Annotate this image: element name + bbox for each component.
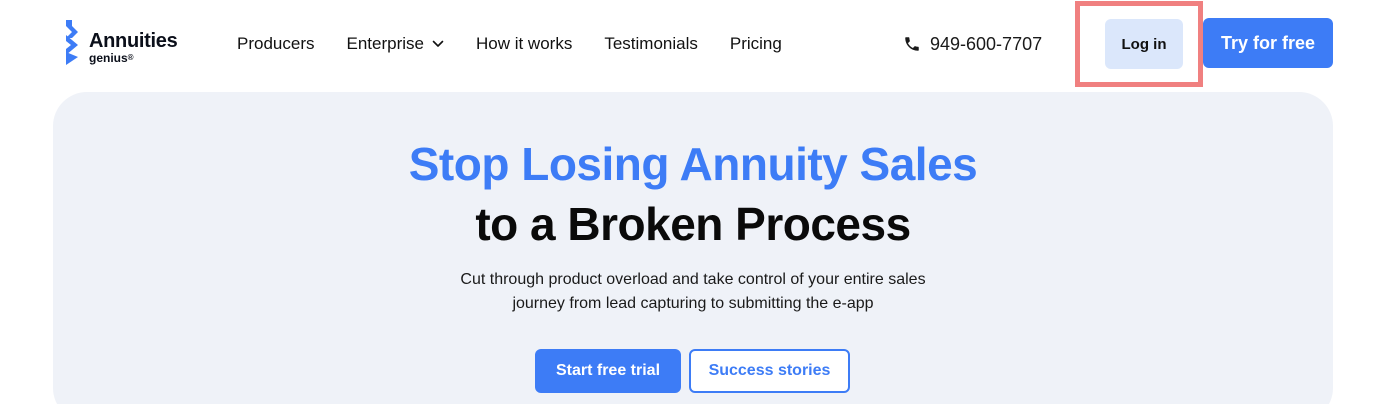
nav-item-enterprise[interactable]: Enterprise <box>346 32 444 56</box>
try-for-free-label: Try for free <box>1220 32 1316 53</box>
start-free-trial-label: Start free trial <box>555 362 661 379</box>
nav-item-label: Testimonials <box>604 34 698 53</box>
start-free-trial-button[interactable]: Start free trial <box>535 349 681 393</box>
nav-item-producers[interactable]: Producers <box>237 32 314 56</box>
main-nav: Producers Enterprise How it works Testim… <box>237 32 782 56</box>
hero-section: Stop Losing Annuity Sales to a Broken Pr… <box>53 92 1333 404</box>
nav-item-label: Producers <box>237 34 315 53</box>
try-for-free-button[interactable]: Try for free <box>1203 18 1333 68</box>
nav-item-label: Enterprise <box>346 34 424 53</box>
login-button-label: Log in <box>1121 35 1167 53</box>
brand-name: Annuities <box>89 30 178 52</box>
hero-subtitle: Cut through product overload and take co… <box>393 268 993 316</box>
success-stories-label: Success stories <box>708 362 831 379</box>
chevron-down-icon <box>432 40 444 47</box>
phone-icon <box>905 37 919 51</box>
hero-title-line-1: Stop Losing Annuity Sales <box>408 138 978 190</box>
brand-sub: genius® <box>89 51 134 65</box>
hero-subtitle-line-1: Cut through product overload and take co… <box>460 271 926 288</box>
phone-number: 949-600-7707 <box>930 34 1043 54</box>
hero-cta-row: Start free trial Success stories <box>535 349 850 393</box>
nav-item-label: How it works <box>475 34 573 53</box>
nav-item-testimonials[interactable]: Testimonials <box>604 32 698 56</box>
nav-item-label: Pricing <box>729 34 782 53</box>
phone-link[interactable]: 949-600-7707 <box>903 32 1042 56</box>
brand-registered-mark: ® <box>127 53 134 62</box>
logo-mark-icon <box>66 20 78 65</box>
success-stories-button[interactable]: Success stories <box>689 349 850 393</box>
brand-sub-text: genius <box>89 51 128 65</box>
hero-subtitle-line-2: journey from lead capturing to submittin… <box>512 295 874 312</box>
site-header: Annuities genius® Producers Enterprise H… <box>0 0 1392 90</box>
brand-logo[interactable]: Annuities genius® <box>64 19 204 67</box>
nav-item-pricing[interactable]: Pricing <box>730 32 782 56</box>
nav-item-how-it-works[interactable]: How it works <box>476 32 572 56</box>
login-button[interactable]: Log in <box>1105 19 1183 69</box>
hero-title-line-2: to a Broken Process <box>475 198 911 250</box>
